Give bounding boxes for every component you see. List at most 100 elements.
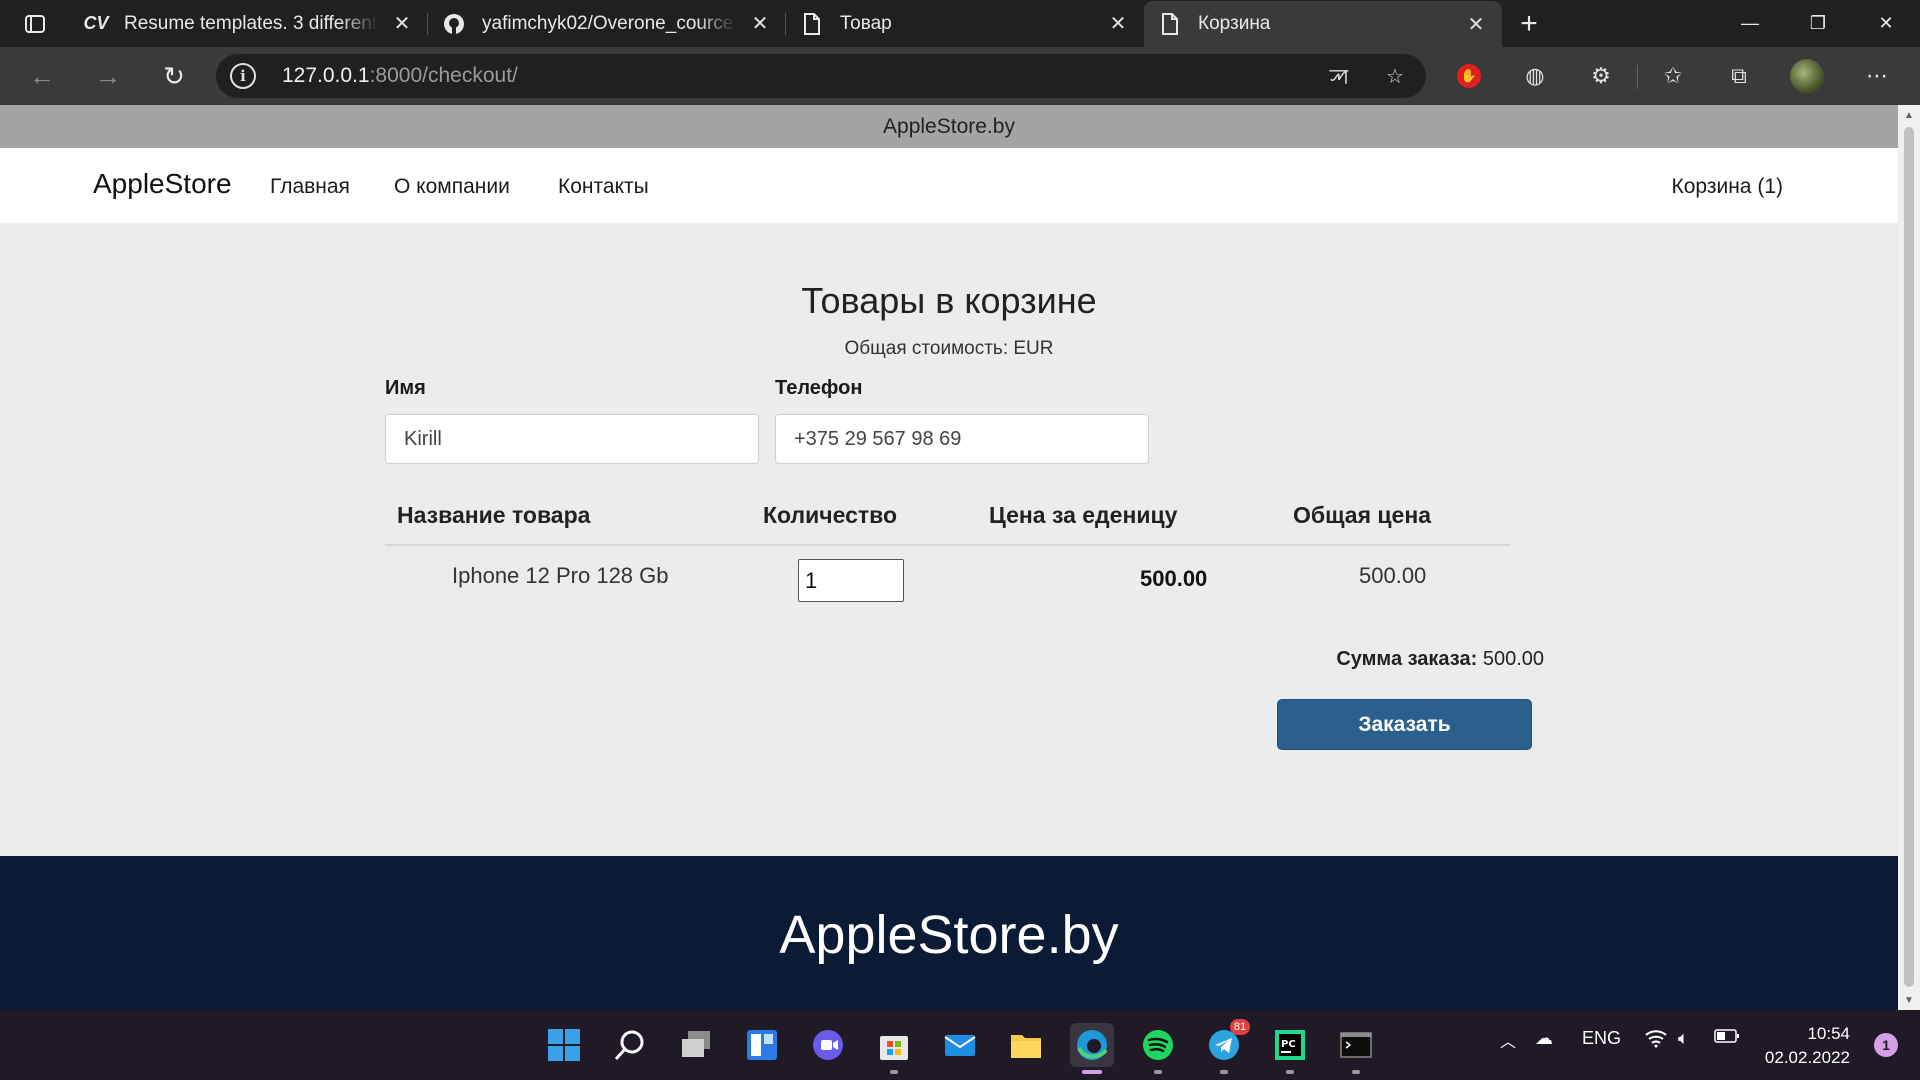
file-explorer-icon[interactable] <box>1004 1023 1048 1067</box>
onedrive-icon[interactable]: ☁ <box>1535 1028 1553 1049</box>
nav-about[interactable]: О компании <box>394 175 510 199</box>
page-icon <box>800 12 824 36</box>
close-window-icon[interactable]: ✕ <box>1852 0 1920 47</box>
running-indicator <box>1286 1070 1294 1074</box>
telegram-icon[interactable]: 81 <box>1202 1019 1250 1074</box>
total-cost-text: Общая стоимость: EUR <box>844 338 1054 359</box>
clock-date: 02.02.2022 <box>1764 1048 1850 1067</box>
brand-logo[interactable]: AppleStore <box>93 168 232 200</box>
browser-toolbar: ← → ↻ i 127.0.0.1:8000/checkout/ ꠕ ☆ ✋ ◍… <box>0 47 1920 105</box>
top-banner: AppleStore.by <box>0 105 1898 148</box>
minimize-icon[interactable]: — <box>1716 0 1784 47</box>
order-sum-value: 500.00 <box>1477 648 1544 670</box>
tab-title: yafimchyk02/Overone_cource_pr <box>482 12 736 34</box>
running-indicator <box>1154 1070 1162 1074</box>
name-label: Имя <box>385 377 426 399</box>
store-icon[interactable] <box>872 1023 916 1074</box>
search-icon[interactable] <box>608 1023 652 1067</box>
reload-icon[interactable]: ↻ <box>154 58 194 94</box>
tray-overflow-icon[interactable]: ︿ <box>1500 1028 1516 1052</box>
tab-title: Товар <box>840 12 892 34</box>
running-indicator <box>890 1070 898 1074</box>
adblock-extension-icon[interactable]: ✋ <box>1452 60 1486 92</box>
teams-chat-icon[interactable] <box>806 1023 850 1067</box>
row-total-price: 500.00 <box>1359 563 1427 588</box>
running-indicator <box>1352 1070 1360 1074</box>
address-bar[interactable]: i 127.0.0.1:8000/checkout/ ꠕ ☆ <box>216 54 1426 98</box>
close-icon[interactable]: ✕ <box>1464 12 1488 36</box>
notification-badge[interactable]: 1 <box>1874 1033 1898 1057</box>
mail-icon[interactable] <box>938 1023 982 1067</box>
tab-actions-icon[interactable] <box>0 0 70 47</box>
tab-github[interactable]: yafimchyk02/Overone_cource_pr ✕ <box>428 0 786 47</box>
forward-icon[interactable]: → <box>88 58 128 94</box>
collections-icon[interactable]: ⧉ <box>1722 60 1756 92</box>
tab-title: Resume templates. 3 different re <box>124 12 378 34</box>
close-icon[interactable]: ✕ <box>1106 12 1130 36</box>
header-product-name: Название товара <box>397 502 591 528</box>
nav-contacts[interactable]: Контакты <box>558 175 649 199</box>
scrollbar-thumb[interactable] <box>1904 127 1914 987</box>
phone-field[interactable] <box>775 414 1149 464</box>
cv-icon: CV <box>83 13 109 33</box>
phone-label: Телефон <box>775 377 863 399</box>
tab-resume[interactable]: CV Resume templates. 3 different re ✕ <box>70 0 428 47</box>
spotify-icon[interactable] <box>1136 1023 1180 1074</box>
windows-taskbar: 81 PC ︿ ☁ ENG 🔈︎ 10:54 02.02.2022 1 <box>0 1010 1920 1080</box>
browser-tab-bar: CV Resume templates. 3 different re ✕ ya… <box>0 0 1920 47</box>
favorites-icon[interactable]: ✩ <box>1656 60 1690 92</box>
read-aloud-icon[interactable]: ꠕ <box>1324 62 1354 90</box>
order-sum-label: Сумма заказа: <box>1336 648 1478 670</box>
close-icon[interactable]: ✕ <box>748 12 772 36</box>
restore-icon[interactable]: ❐ <box>1784 0 1852 47</box>
site-info-icon[interactable]: i <box>230 63 256 89</box>
order-button[interactable]: Заказать <box>1277 699 1532 750</box>
table-header-divider <box>385 544 1510 546</box>
order-sum: Сумма заказа: 500.00 <box>1336 648 1544 671</box>
footer-title: AppleStore.by <box>779 905 1119 965</box>
page-title: Товары в корзине <box>801 280 1097 321</box>
scroll-down-icon[interactable]: ▼ <box>1898 990 1920 1010</box>
widgets-icon[interactable] <box>740 1023 784 1067</box>
page-scrollbar[interactable]: ▲ ▼ <box>1898 105 1920 1010</box>
name-field[interactable] <box>385 414 759 464</box>
profile-avatar[interactable] <box>1790 59 1824 93</box>
language-indicator[interactable]: ENG <box>1582 1028 1621 1049</box>
back-icon[interactable]: ← <box>22 58 62 94</box>
page-viewport: AppleStore.by AppleStore Главная О компа… <box>0 105 1898 1010</box>
running-indicator <box>1220 1070 1228 1074</box>
extensions-icon[interactable]: ⚙ <box>1584 60 1618 92</box>
tab-product[interactable]: Товар ✕ <box>786 0 1144 47</box>
nav-home[interactable]: Главная <box>270 175 350 199</box>
product-name: Iphone 12 Pro 128 Gb <box>452 563 669 588</box>
telegram-badge: 81 <box>1230 1019 1250 1035</box>
volume-icon[interactable]: 🔈︎ <box>1678 1028 1689 1049</box>
active-indicator <box>1082 1070 1102 1074</box>
pycharm-icon[interactable]: PC <box>1268 1023 1312 1074</box>
terminal-icon[interactable] <box>1334 1023 1378 1074</box>
globe-extension-icon[interactable]: ◍ <box>1518 60 1552 92</box>
task-view-icon[interactable] <box>674 1023 718 1067</box>
edge-icon[interactable] <box>1070 1023 1114 1074</box>
add-favorite-icon[interactable]: ☆ <box>1380 62 1410 90</box>
cart-link[interactable]: Корзина (1) <box>1672 175 1784 199</box>
scroll-up-icon[interactable]: ▲ <box>1898 105 1920 125</box>
page-icon <box>1158 12 1182 36</box>
more-menu-icon[interactable]: ⋯ <box>1860 60 1894 92</box>
header-quantity: Количество <box>763 502 898 528</box>
wifi-icon[interactable] <box>1644 1028 1668 1053</box>
unit-price: 500.00 <box>1140 566 1208 591</box>
tab-title: Корзина <box>1198 13 1271 34</box>
clock-time: 10:54 <box>1807 1024 1850 1043</box>
url-text[interactable]: 127.0.0.1:8000/checkout/ <box>282 64 518 88</box>
quantity-stepper[interactable] <box>798 559 904 602</box>
tab-cart[interactable]: Корзина ✕ <box>1144 1 1502 47</box>
new-tab-button[interactable]: + <box>1502 0 1556 47</box>
close-icon[interactable]: ✕ <box>390 12 414 36</box>
github-icon <box>442 12 466 36</box>
start-icon[interactable] <box>542 1023 586 1067</box>
header-total-price: Общая цена <box>1293 502 1431 528</box>
svg-text:PC: PC <box>1281 1039 1296 1050</box>
battery-icon[interactable] <box>1714 1028 1740 1049</box>
clock[interactable]: 10:54 02.02.2022 <box>1765 1022 1850 1070</box>
